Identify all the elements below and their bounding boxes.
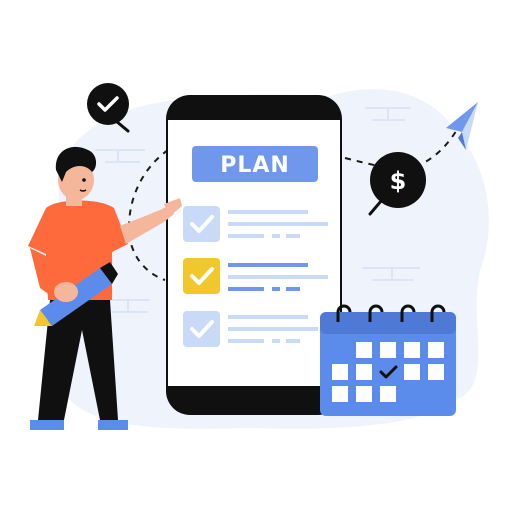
checkbox-icon (183, 258, 220, 294)
task-line (228, 275, 328, 279)
task-line (228, 222, 328, 226)
character-shoe-left (30, 420, 64, 430)
character-hand-left (54, 282, 78, 302)
plan-header-label: PLAN (220, 153, 290, 178)
checkbox-icon (183, 206, 220, 242)
task-line (228, 234, 264, 238)
task-line (228, 210, 308, 214)
task-line (272, 339, 280, 343)
task-line (272, 287, 280, 291)
task-line (286, 339, 300, 343)
checkbox-icon (183, 311, 220, 347)
plan-illustration: PLAN $ (28, 83, 489, 430)
character-eye (82, 178, 86, 182)
task-line (286, 287, 300, 291)
task-line (228, 327, 318, 331)
illustration-stage: PLAN $ (0, 0, 512, 512)
task-row-3 (183, 311, 318, 347)
calendar-icon (320, 304, 456, 416)
task-line (228, 315, 308, 319)
task-line (228, 339, 264, 343)
dollar-symbol: $ (390, 167, 407, 195)
task-line (228, 263, 308, 267)
character-shoe-right (98, 420, 128, 430)
task-line (228, 287, 264, 291)
task-line (286, 234, 300, 238)
task-line (272, 234, 280, 238)
